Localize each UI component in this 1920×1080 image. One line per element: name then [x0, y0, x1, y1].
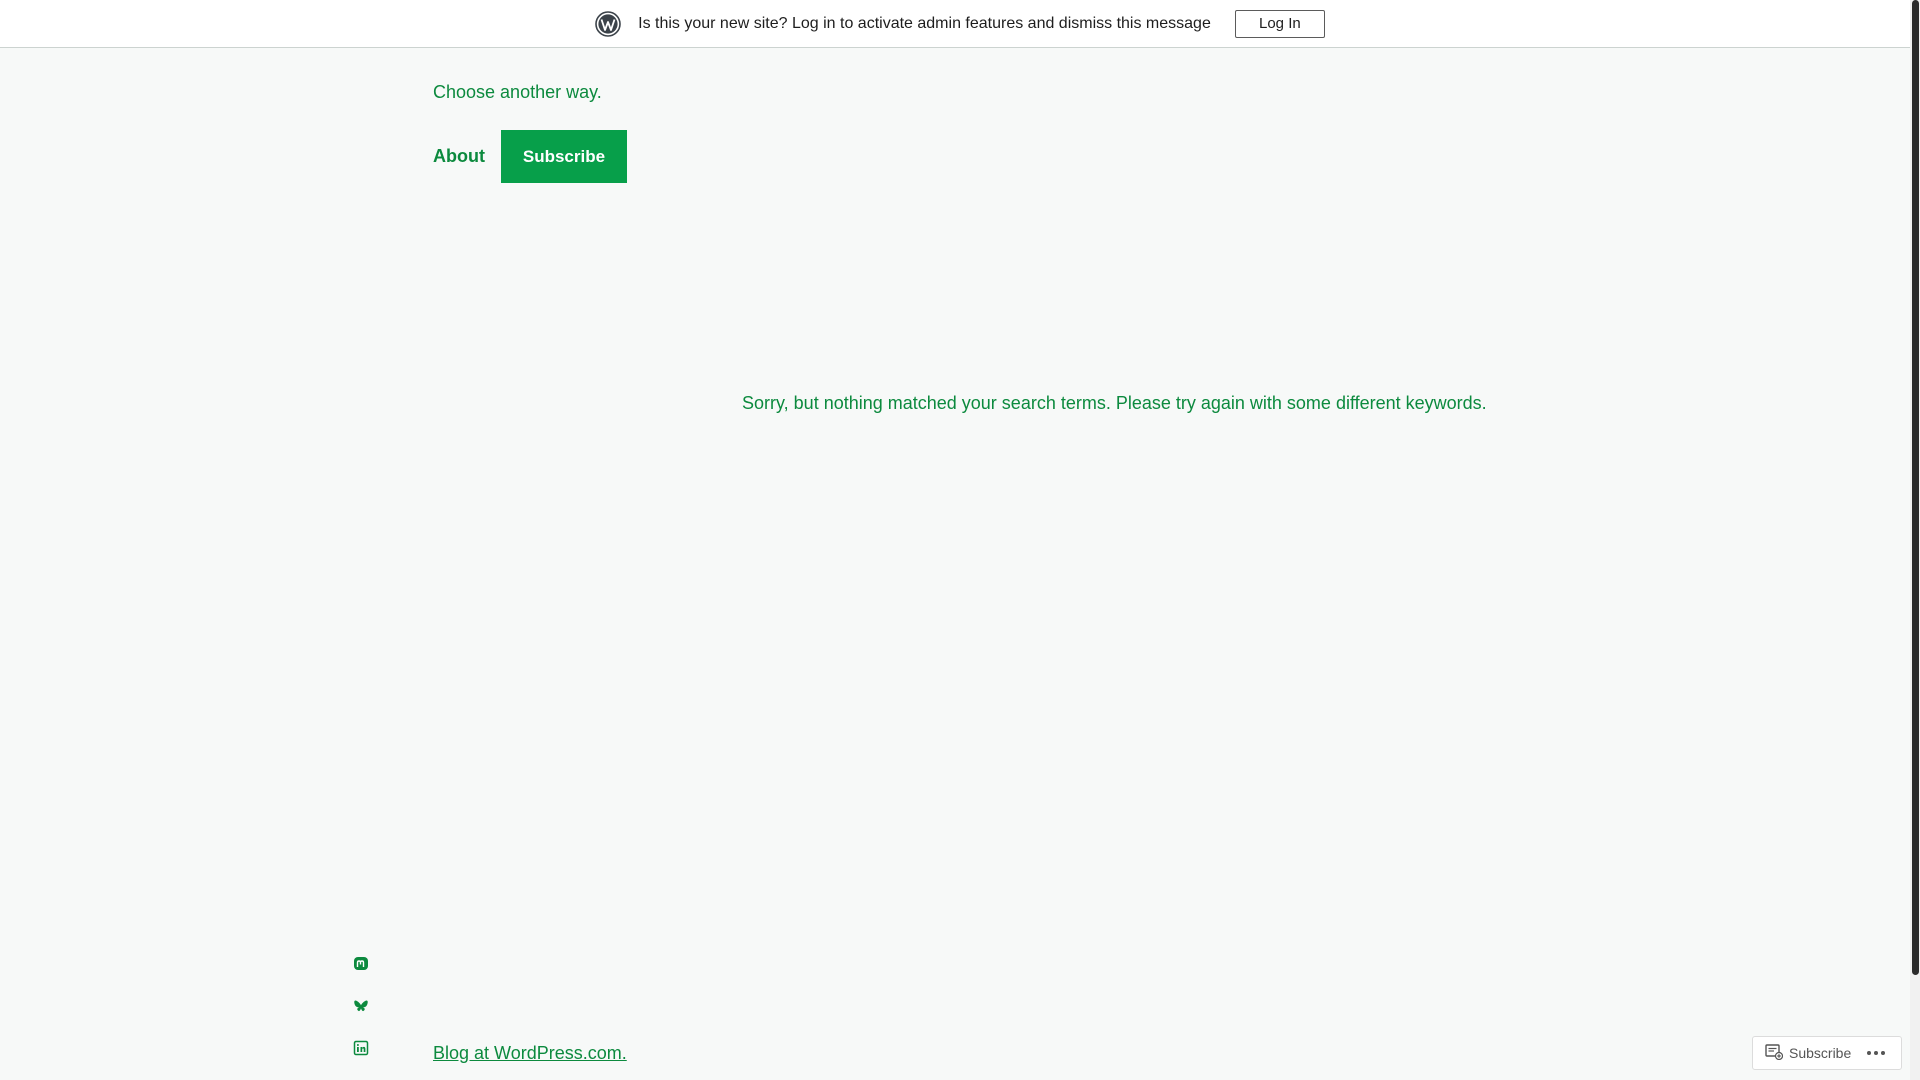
footer-credit-link[interactable]: Blog at WordPress.com. — [433, 1043, 627, 1064]
nav-about-link[interactable]: About — [433, 146, 485, 167]
floating-subscribe-label: Subscribe — [1789, 1045, 1852, 1061]
nav-subscribe-button[interactable]: Subscribe — [500, 130, 627, 183]
floating-subscribe-button[interactable]: Subscribe — [1753, 1037, 1851, 1069]
site-navigation: About Subscribe — [433, 130, 627, 183]
wordpress-logo-icon — [595, 10, 621, 37]
log-in-button[interactable]: Log In — [1234, 9, 1325, 38]
page: Is this your new site? Log in to activat… — [0, 0, 1920, 1080]
page-scrollbar[interactable] — [1910, 0, 1920, 1080]
admin-bar-message: Is this your new site? Log in to activat… — [638, 14, 1211, 32]
linkedin-icon[interactable] — [352, 1039, 370, 1057]
reader-subscribe-icon — [1765, 1043, 1784, 1063]
social-links — [352, 955, 370, 1057]
admin-bar: Is this your new site? Log in to activat… — [0, 0, 1910, 48]
no-results-message: Sorry, but nothing matched your search t… — [742, 393, 1487, 413]
scrollbar-thumb[interactable] — [1912, 0, 1919, 975]
bluesky-icon[interactable] — [352, 997, 370, 1015]
admin-bar-inner: Is this your new site? Log in to activat… — [595, 9, 1325, 38]
more-dots-icon[interactable] — [1867, 1051, 1886, 1055]
mastodon-icon[interactable] — [352, 955, 370, 973]
site-tagline: Choose another way. — [433, 82, 602, 102]
floating-subscribe-bar: Subscribe — [1752, 1036, 1902, 1070]
